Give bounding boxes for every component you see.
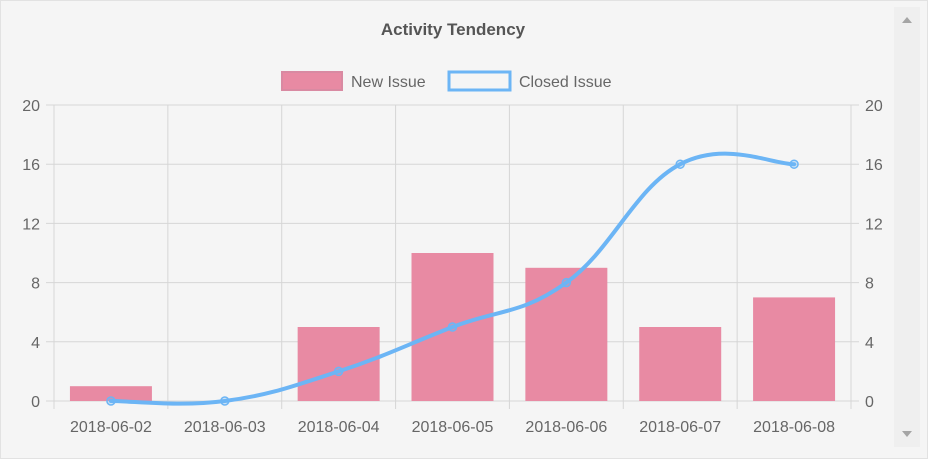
line-point	[447, 322, 458, 332]
legend-label-closed-issue: Closed Issue	[519, 74, 612, 91]
x-tick-label: 2018-06-08	[753, 419, 835, 436]
y-tick-label-left: 16	[22, 157, 40, 174]
y-tick-label-right: 20	[865, 98, 883, 115]
y-tick-label-left: 4	[31, 335, 40, 352]
x-tick-label: 2018-06-05	[412, 419, 494, 436]
bar	[297, 327, 380, 401]
y-tick-label-right: 12	[865, 216, 883, 233]
legend-swatch-closed-issue	[447, 70, 512, 92]
line-point	[106, 396, 116, 406]
y-tick-label-right: 4	[865, 335, 874, 352]
chart-svg: 0 0 4 4 8 8 12 12 16 16 20 20 2018-06-02 2018-06-03 20…	[22, 70, 883, 436]
vertical-scrollbar[interactable]	[894, 7, 920, 447]
y-tick-label-left: 0	[31, 394, 40, 411]
line-point	[333, 366, 344, 377]
x-tick-label: 2018-06-03	[184, 419, 266, 436]
x-tick-label: 2018-06-04	[298, 419, 380, 436]
x-tick-label: 2018-06-02	[70, 419, 152, 436]
bar	[753, 297, 836, 401]
bar	[639, 327, 722, 401]
x-tick-label: 2018-06-06	[525, 419, 607, 436]
line-point	[675, 159, 685, 169]
line-point	[789, 159, 799, 169]
x-tick-label: 2018-06-07	[639, 419, 721, 436]
legend-swatch-new-issue	[281, 71, 343, 91]
scroll-down-arrow-icon[interactable]	[902, 431, 912, 437]
y-tick-label-left: 8	[31, 276, 40, 293]
line-point	[220, 396, 230, 406]
y-tick-label-right: 8	[865, 276, 874, 293]
y-tick-label-right: 16	[865, 157, 883, 174]
scroll-up-arrow-icon[interactable]	[902, 17, 912, 23]
legend: New Issue Closed Issue	[281, 70, 612, 92]
line-point	[561, 277, 572, 288]
legend-label-new-issue: New Issue	[351, 74, 426, 91]
y-tick-label-left: 12	[22, 216, 40, 233]
y-tick-label-right: 0	[865, 394, 874, 411]
y-tick-label-left: 20	[22, 98, 40, 115]
chart-panel: Activity Tendency 0 0 4 4 8 8 12 12 16 16 20 20 2018…	[0, 0, 928, 459]
bar	[525, 267, 608, 401]
